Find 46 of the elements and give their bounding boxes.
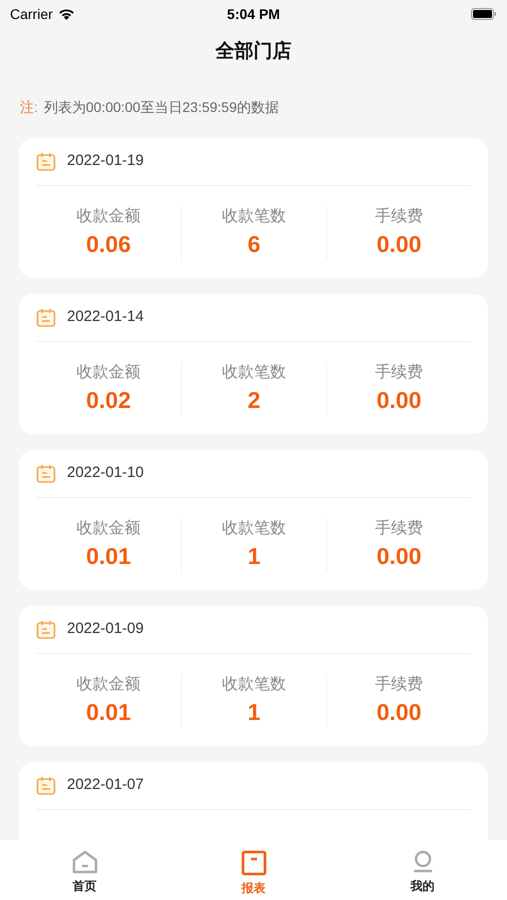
stat-label: 收款笔数 <box>222 363 286 383</box>
stat-label: 收款笔数 <box>222 207 286 227</box>
stat-value: 1 <box>248 698 260 727</box>
tab-button[interactable]: 首页 <box>0 840 169 900</box>
calendar-icon <box>36 620 56 640</box>
stat-value: 0.06 <box>86 230 131 259</box>
stat-value: 0.00 <box>376 698 422 727</box>
calendar-icon <box>36 152 56 172</box>
note-label: 注: <box>20 98 38 116</box>
record-date: 2022-01-07 <box>67 775 144 796</box>
stat-label: 收款金额 <box>76 362 140 383</box>
person-icon <box>412 850 434 874</box>
stat-value: 0.02 <box>86 386 131 415</box>
stat-value: 0.00 <box>376 230 422 259</box>
record-date: 2022-01-10 <box>67 463 144 484</box>
stat-value: 0.01 <box>86 698 131 727</box>
stat-value: 0.00 <box>376 542 422 571</box>
document-icon <box>240 850 266 876</box>
house-icon <box>72 850 98 874</box>
record-date: 2022-01-09 <box>67 619 144 640</box>
stat-label: 手续费 <box>375 674 423 695</box>
stat-value: 0.01 <box>86 542 131 571</box>
stat-label: 收款金额 <box>76 674 140 695</box>
stat-label: 手续费 <box>375 518 423 539</box>
stat-label: 收款金额 <box>76 518 140 539</box>
stat-value: 0.00 <box>376 386 422 415</box>
record-date: 2022-01-19 <box>67 151 144 172</box>
calendar-icon <box>36 776 56 796</box>
stat-value: 2 <box>248 386 260 415</box>
stat-label: 收款笔数 <box>222 519 286 539</box>
stat-label: 收款笔数 <box>222 675 286 695</box>
note-text: 列表为00:00:00至当日23:59:59的数据 <box>44 98 279 116</box>
wifi-icon <box>58 8 75 20</box>
stat-value: 1 <box>248 542 260 571</box>
status-time: 5:04 PM <box>227 4 280 24</box>
stat-label: 手续费 <box>375 362 423 383</box>
page-title: 全部门店 <box>216 40 292 64</box>
record-date: 2022-01-14 <box>67 307 144 328</box>
stat-value: 6 <box>248 230 260 259</box>
stat-label: 收款金额 <box>76 206 140 227</box>
stat-label: 手续费 <box>375 206 423 227</box>
battery-icon <box>470 8 497 20</box>
tab-button[interactable]: 我的 <box>338 840 507 900</box>
carrier-label: Carrier <box>10 4 53 24</box>
calendar-icon <box>36 464 56 484</box>
calendar-icon <box>36 308 56 328</box>
